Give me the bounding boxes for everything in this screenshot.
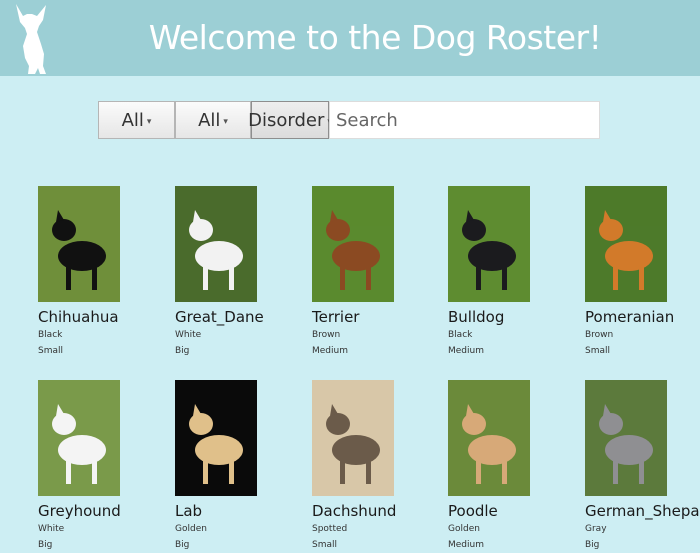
dog-photo[interactable] — [448, 186, 530, 302]
dog-name: Lab — [175, 502, 203, 520]
dog-photo[interactable] — [175, 186, 257, 302]
dog-color: White — [38, 524, 65, 534]
dog-card[interactable]: Lab Golden Big — [175, 380, 295, 553]
dog-size: Medium — [312, 346, 348, 356]
search-input[interactable] — [329, 101, 600, 139]
dog-photo[interactable] — [38, 186, 120, 302]
dog-card[interactable]: Chihuahua Black Small — [38, 186, 158, 359]
dog-name: Terrier — [312, 308, 360, 326]
caret-down-icon: ▾ — [223, 117, 228, 127]
dog-color: Black — [448, 330, 473, 340]
dog-photo[interactable] — [312, 186, 394, 302]
dog-size: Medium — [448, 540, 484, 550]
dog-photo[interactable] — [448, 380, 530, 496]
dog-card[interactable]: Pomeranian Brown Small — [585, 186, 700, 359]
dog-size: Big — [175, 540, 190, 550]
dog-photo[interactable] — [585, 186, 667, 302]
dog-photo[interactable] — [585, 380, 667, 496]
dog-color: Brown — [312, 330, 341, 340]
dog-size: Small — [38, 346, 63, 356]
disorder-filter-select[interactable]: Disorder ▾ — [248, 101, 332, 139]
caret-down-icon: ▾ — [146, 117, 152, 127]
dog-name: Dachshund — [312, 502, 397, 520]
dog-card[interactable]: German_Shepard Gray Big — [585, 380, 700, 553]
disorder-filter-value: Disorder — [248, 109, 325, 131]
color-filter-select[interactable]: All ▾ — [98, 101, 175, 139]
color-filter-value: All — [121, 109, 144, 131]
dog-size: Small — [312, 540, 337, 550]
dog-color: White — [175, 330, 202, 340]
dog-card[interactable]: Bulldog Black Medium — [448, 186, 568, 359]
dog-card[interactable]: Dachshund Spotted Small — [312, 380, 432, 553]
dog-name: Poodle — [448, 502, 498, 520]
page-title: Welcome to the Dog Roster! — [148, 18, 602, 57]
dog-name: Bulldog — [448, 308, 505, 326]
dog-name: Great_Dane — [175, 308, 264, 326]
size-filter-value: All — [198, 109, 221, 131]
dog-photo[interactable] — [175, 380, 257, 496]
dog-size: Big — [175, 346, 190, 356]
dog-card[interactable]: Terrier Brown Medium — [312, 186, 432, 359]
dog-photo[interactable] — [38, 380, 120, 496]
dog-size: Big — [38, 540, 53, 550]
dog-size: Medium — [448, 346, 484, 356]
filter-bar: All ▾ All ▾ Disorder ▾ — [98, 101, 600, 139]
dog-name: German_Shepard — [585, 502, 700, 520]
dog-card[interactable]: Greyhound White Big — [38, 380, 158, 553]
dog-color: Spotted — [312, 524, 348, 534]
dog-size: Small — [585, 346, 610, 356]
dog-name: Pomeranian — [585, 308, 675, 326]
dog-card[interactable]: Poodle Golden Medium — [448, 380, 568, 553]
dog-size: Big — [585, 540, 600, 550]
dog-color: Golden — [175, 524, 207, 534]
dog-photo[interactable] — [312, 380, 394, 496]
dog-color: Black — [38, 330, 63, 340]
dog-color: Brown — [585, 330, 614, 340]
dog-color: Gray — [585, 524, 607, 534]
dog-card[interactable]: Great_Dane White Big — [175, 186, 295, 359]
dog-name: Greyhound — [38, 502, 121, 520]
size-filter-select[interactable]: All ▾ — [175, 101, 251, 139]
dog-color: Golden — [448, 524, 480, 534]
app-header: Welcome to the Dog Roster! — [0, 0, 700, 76]
dog-name: Chihuahua — [38, 308, 119, 326]
